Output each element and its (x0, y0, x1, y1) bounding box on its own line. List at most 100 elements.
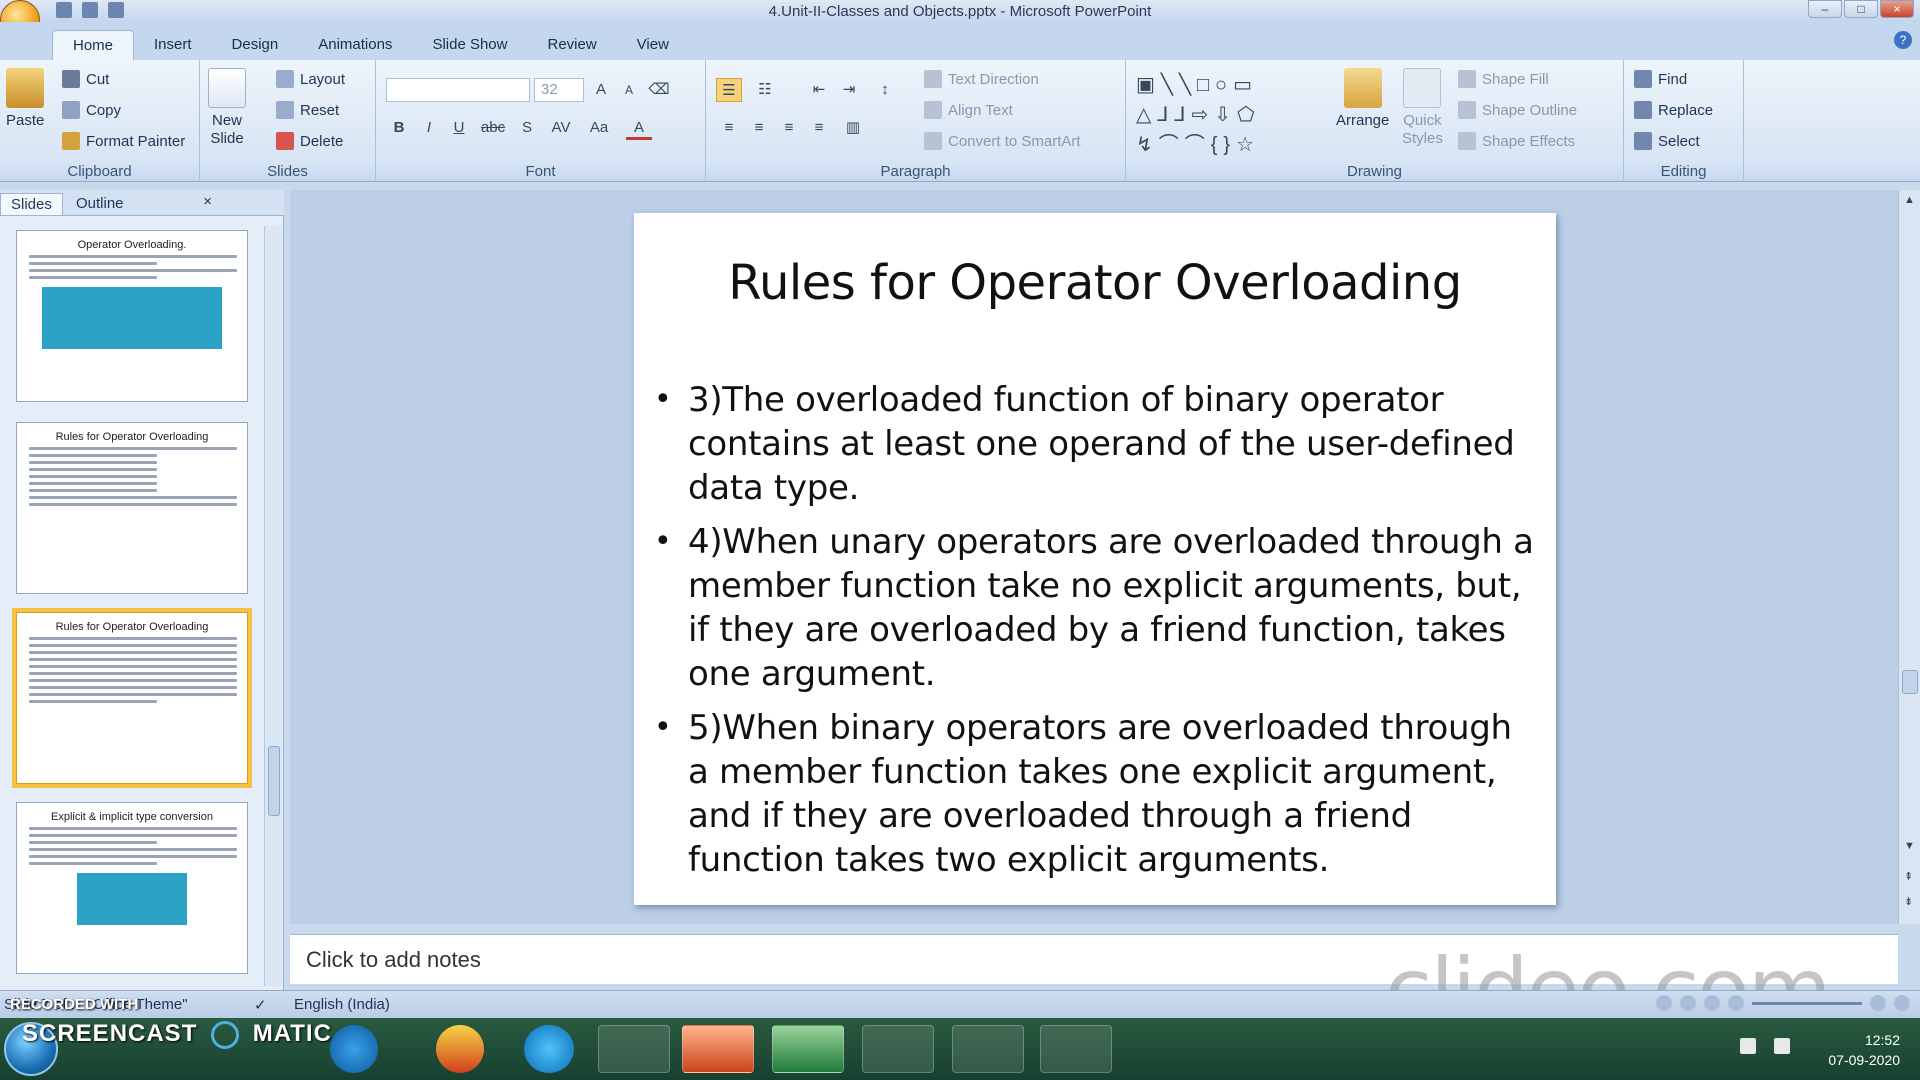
spellcheck-icon[interactable]: ✓ (254, 996, 267, 1014)
minimize-icon[interactable]: – (1808, 0, 1842, 18)
bold-button[interactable]: B (386, 116, 412, 140)
excel-icon[interactable] (772, 1025, 844, 1073)
shape-outline-button[interactable]: Shape Outline (1458, 101, 1577, 119)
replace-button[interactable]: Replace (1634, 101, 1713, 119)
tab-animations[interactable]: Animations (298, 30, 412, 60)
slide-scroll-thumb[interactable] (1902, 670, 1918, 694)
align-right-icon[interactable]: ≡ (776, 116, 802, 140)
paste-button[interactable]: Paste (6, 68, 44, 129)
align-left-icon[interactable]: ≡ (716, 116, 742, 140)
layout-button[interactable]: Layout (276, 70, 345, 88)
char-spacing-button[interactable]: AV (544, 116, 578, 140)
normal-view-icon[interactable] (1656, 995, 1672, 1011)
zoom-in-icon[interactable] (1870, 995, 1886, 1011)
media-icon[interactable] (436, 1025, 484, 1073)
sorter-view-icon[interactable] (1680, 995, 1696, 1011)
slide-thumbnail-1[interactable]: Operator Overloading. (16, 230, 248, 402)
font-color-icon[interactable]: A (626, 116, 652, 140)
font-name-input[interactable] (386, 78, 530, 102)
pane-scrollbar[interactable] (264, 226, 282, 986)
cut-button[interactable]: Cut (62, 70, 109, 88)
shape-fill-button[interactable]: Shape Fill (1458, 70, 1549, 88)
zoom-slider[interactable] (1752, 1001, 1862, 1005)
columns-icon[interactable]: ▥ (840, 116, 866, 140)
numbering-icon[interactable]: ☷ (752, 78, 778, 102)
flag-icon[interactable] (1740, 1038, 1756, 1054)
save-icon[interactable] (56, 2, 72, 18)
powerpoint-icon[interactable] (682, 1025, 754, 1073)
tab-slide-show[interactable]: Slide Show (412, 30, 527, 60)
bullet-item[interactable]: 5)When binary operators are overloaded t… (654, 706, 1534, 882)
justify-icon[interactable]: ≡ (806, 116, 832, 140)
next-slide-icon[interactable]: ⇟ (1904, 895, 1913, 908)
increase-indent-icon[interactable]: ⇥ (836, 78, 862, 102)
tab-slides[interactable]: Slides (0, 193, 63, 215)
italic-button[interactable]: I (416, 116, 442, 140)
tab-insert[interactable]: Insert (134, 30, 212, 60)
delete-button[interactable]: Delete (276, 132, 343, 150)
clock[interactable]: 12:52 07-09-2020 (1828, 1030, 1900, 1070)
change-case-button[interactable]: Aa (582, 116, 616, 140)
undo-icon[interactable] (82, 2, 98, 18)
copy-button[interactable]: Copy (62, 101, 121, 119)
underline-button[interactable]: U (446, 116, 472, 140)
strikethrough-button[interactable]: abc (476, 116, 510, 140)
maximize-icon[interactable]: □ (1844, 0, 1878, 18)
tab-outline[interactable]: Outline (66, 193, 134, 215)
align-text-button[interactable]: Align Text (924, 101, 1013, 119)
close-window-icon[interactable]: × (1880, 0, 1914, 18)
fit-window-icon[interactable] (1894, 995, 1910, 1011)
slide-thumbnail-4[interactable]: Explicit & implicit type conversion (16, 802, 248, 974)
shrink-font-button[interactable]: A (616, 78, 642, 102)
scroll-down-icon[interactable]: ▼ (1904, 840, 1915, 852)
language-indicator[interactable]: English (India) (294, 996, 390, 1013)
convert-smartart-button[interactable]: Convert to SmartArt (924, 132, 1081, 150)
font-size-input[interactable]: 32 (534, 78, 584, 102)
select-button[interactable]: Select (1634, 132, 1700, 150)
redo-icon[interactable] (108, 2, 124, 18)
line-spacing-icon[interactable]: ↕ (872, 78, 898, 102)
control-panel-icon[interactable] (862, 1025, 934, 1073)
scroll-up-icon[interactable]: ▲ (1904, 194, 1915, 206)
tab-review[interactable]: Review (527, 30, 616, 60)
slide-scrollbar[interactable]: ▲ ▼ ⇞ ⇟ (1898, 190, 1920, 924)
explorer-icon[interactable] (952, 1025, 1024, 1073)
align-center-icon[interactable]: ≡ (746, 116, 772, 140)
edge-icon[interactable] (524, 1025, 574, 1073)
clear-format-icon[interactable]: ⌫ (646, 78, 672, 102)
decrease-indent-icon[interactable]: ⇤ (806, 78, 832, 102)
reset-button[interactable]: Reset (276, 101, 339, 119)
app-icon[interactable] (598, 1025, 670, 1073)
bullets-icon[interactable]: ☰ (716, 78, 742, 102)
bullet-item[interactable]: 4)When unary operators are overloaded th… (654, 520, 1534, 696)
grow-font-button[interactable]: A (588, 78, 614, 102)
screencast-app-icon[interactable] (1040, 1025, 1112, 1073)
pane-scroll-thumb[interactable] (268, 746, 280, 816)
notes-placeholder[interactable]: Click to add notes (306, 947, 481, 973)
slide-thumbnail-3[interactable]: Rules for Operator Overloading (12, 608, 252, 788)
tab-design[interactable]: Design (212, 30, 299, 60)
slideshow-view-icon[interactable] (1704, 995, 1720, 1011)
bullet-item[interactable]: 3)The overloaded function of binary oper… (654, 378, 1534, 510)
volume-icon[interactable] (1774, 1038, 1790, 1054)
new-slide-button[interactable]: New Slide (208, 68, 246, 148)
zoom-out-icon[interactable] (1728, 995, 1744, 1011)
tab-view[interactable]: View (617, 30, 689, 60)
shadow-button[interactable]: S (514, 116, 540, 140)
current-slide[interactable]: Rules for Operator Overloading 3)The ove… (634, 213, 1556, 905)
format-painter-button[interactable]: Format Painter (62, 132, 185, 150)
ie-icon[interactable] (330, 1025, 378, 1073)
slide-thumbnail-2[interactable]: Rules for Operator Overloading (16, 422, 248, 594)
help-icon[interactable]: ? (1894, 31, 1912, 49)
slide-bullets[interactable]: 3)The overloaded function of binary oper… (654, 378, 1534, 892)
close-pane-icon[interactable]: × (203, 193, 212, 210)
shapes-gallery[interactable]: ▣╲╲□○▭ △⅃⅃⇨⇩⬠ ↯⌒⌒{}☆ (1136, 70, 1336, 160)
arrange-button[interactable]: Arrange (1336, 68, 1389, 129)
slide-title[interactable]: Rules for Operator Overloading (634, 255, 1556, 311)
tab-home[interactable]: Home (52, 30, 135, 60)
text-direction-button[interactable]: Text Direction (924, 70, 1039, 88)
find-button[interactable]: Find (1634, 70, 1687, 88)
previous-slide-icon[interactable]: ⇞ (1904, 870, 1913, 883)
shape-effects-button[interactable]: Shape Effects (1458, 132, 1575, 150)
quick-styles-button[interactable]: Quick Styles (1402, 68, 1443, 148)
